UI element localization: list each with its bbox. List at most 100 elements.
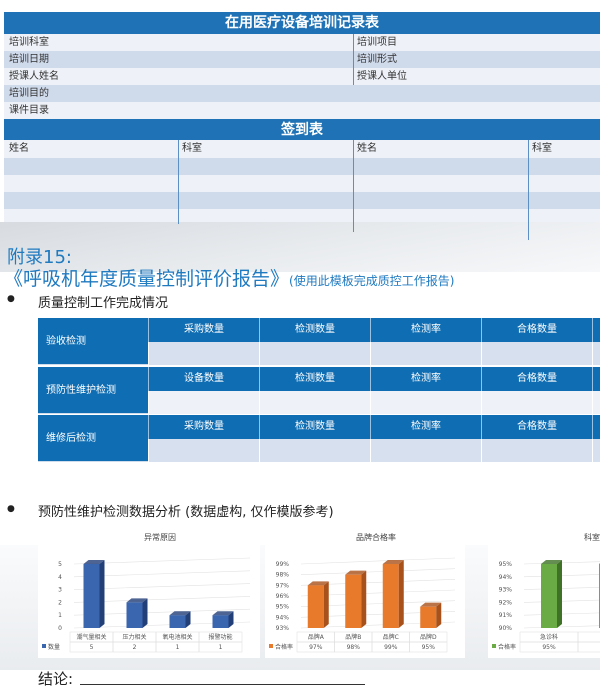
qc-col-header: 采购数量 [148, 415, 259, 439]
field-label: 授课人姓名 [9, 71, 59, 82]
y-tick-label: 91% [499, 612, 513, 619]
qc-data-cell[interactable] [259, 439, 370, 462]
x-category-label: 潮气量相关 [76, 633, 106, 641]
x-category-label: 氧电池相关 [162, 633, 192, 641]
chart-dept-pass-rate: 科室合格90%91%92%93%94%95%急诊科95%ICU95%合格率 [488, 528, 600, 658]
qc-data-cell[interactable] [592, 439, 600, 462]
bar [382, 564, 399, 628]
qc-col-header: 检测率 [370, 415, 481, 439]
bar-side [361, 570, 367, 628]
bar [212, 615, 229, 628]
qc-col-header: 合格数量 [481, 318, 592, 342]
field-label: 培训形式 [357, 54, 397, 65]
report-note: (使用此模板完成质控工作报告) [289, 274, 455, 288]
qc-col-header: 检测率 [370, 366, 481, 391]
qc-data-cell[interactable] [259, 342, 370, 365]
y-tick-label: 96% [276, 593, 290, 600]
bar-side [142, 598, 148, 628]
qc-data-cell[interactable] [481, 390, 592, 414]
bullet-icon: ● [7, 294, 15, 304]
qc-data-cell[interactable] [481, 439, 592, 462]
data-label: 99% [384, 644, 398, 651]
chart-title: 异常原因 [144, 533, 176, 542]
chart-abnormal-causes: 异常原因 0 1 2 3 4 5 潮气量相关 5 压力相关 2 氧电池相关 1 报警功能 1 数量 [38, 528, 260, 658]
y-tick-label: 98% [276, 572, 290, 579]
qc-table: 验收检测 采购数量 检测数量 检测率 合格数量 预防性维护检测 设备数量 检测数量 检测率 合格数… [38, 318, 600, 464]
signin-header: 姓名 [9, 143, 29, 154]
bar [541, 564, 557, 628]
qc-data-cell[interactable] [148, 342, 259, 365]
bar-side [99, 560, 105, 628]
bar [307, 585, 324, 628]
y-tick-label: 97% [276, 582, 290, 589]
signin-title: 签到表 [4, 119, 600, 140]
x-category-label: 急诊科 [540, 633, 558, 641]
conclusion-label: 结论: [38, 670, 74, 688]
qc-col-header [592, 415, 600, 439]
section-heading: 预防性维护检测数据分析 (数据虚构, 仅作模版参考) [38, 505, 334, 520]
signin-header: 姓名 [357, 143, 377, 154]
y-tick-label: 1 [58, 612, 62, 619]
data-label: 1 [176, 644, 180, 651]
bar-side [398, 560, 404, 628]
bar [420, 606, 437, 628]
qc-data-cell[interactable] [592, 342, 600, 365]
y-tick-label: 95% [499, 561, 513, 568]
qc-col-header: 检测数量 [259, 366, 370, 391]
data-label: 1 [219, 644, 223, 651]
y-tick-label: 95% [276, 604, 290, 611]
qc-data-cell[interactable] [370, 390, 481, 414]
bar-side [323, 581, 329, 628]
y-tick-label: 0 [58, 625, 62, 632]
field-label: 课件目录 [4, 102, 600, 119]
qc-data-cell[interactable] [148, 439, 259, 462]
y-tick-label: 90% [499, 625, 513, 632]
legend-swatch [492, 644, 496, 648]
data-label: 97% [309, 644, 323, 651]
bar [169, 615, 186, 628]
field-label: 培训目的 [4, 85, 600, 102]
training-form-title: 在用医疗设备培训记录表 [4, 12, 600, 34]
data-label: 95% [542, 644, 556, 651]
x-category-label: 品牌A [308, 633, 325, 641]
qc-col-header: 检测率 [370, 318, 481, 342]
conclusion-input-line[interactable] [80, 684, 365, 685]
y-tick-label: 94% [499, 574, 513, 581]
legend-swatch [42, 644, 46, 648]
qc-data-cell[interactable] [259, 390, 370, 414]
qc-col-header: 设备数量 [148, 366, 259, 391]
qc-data-cell[interactable] [148, 390, 259, 414]
y-tick-label: 93% [276, 625, 290, 632]
chart-title: 科室合格 [584, 532, 600, 542]
legend-label: 数量 [48, 643, 60, 651]
x-category-label: 压力相关 [122, 633, 146, 641]
field-label: 授课人单位 [357, 71, 407, 82]
qc-col-header [592, 318, 600, 342]
field-label: 培训项目 [357, 37, 397, 48]
data-label: 2 [133, 644, 137, 651]
signin-header: 科室 [182, 143, 202, 154]
bar [83, 564, 100, 628]
legend-swatch [269, 644, 273, 648]
legend-label: 合格率 [275, 643, 293, 651]
data-label: 5 [90, 644, 94, 651]
chart-brand-pass-rate: 品牌合格率 93% 94% 95% 96% 97% 98% 99% 品牌A 97% 品牌B 98% 品牌… [265, 528, 465, 658]
y-tick-label: 99% [276, 561, 290, 568]
qc-col-header: 合格数量 [481, 415, 592, 439]
section-heading: 质量控制工作完成情况 [38, 296, 169, 311]
x-category-label: 品牌B [345, 633, 361, 641]
report-title: 《呼吸机年度质量控制评价报告》 [4, 268, 290, 290]
bar-side [557, 560, 562, 628]
qc-col-header: 检测数量 [259, 318, 370, 342]
qc-data-cell[interactable] [592, 390, 600, 414]
qc-block: 维修后检测 采购数量 检测数量 检测率 合格数量 [38, 415, 600, 464]
data-label: 95% [422, 644, 436, 651]
qc-col-header [592, 366, 600, 391]
qc-data-cell[interactable] [481, 342, 592, 365]
signin-row [4, 192, 600, 209]
qc-data-cell[interactable] [370, 439, 481, 462]
y-tick-label: 94% [276, 614, 290, 621]
y-tick-label: 4 [58, 574, 62, 581]
qc-data-cell[interactable] [370, 342, 481, 365]
qc-block: 预防性维护检测 设备数量 检测数量 检测率 合格数量 [38, 366, 600, 416]
